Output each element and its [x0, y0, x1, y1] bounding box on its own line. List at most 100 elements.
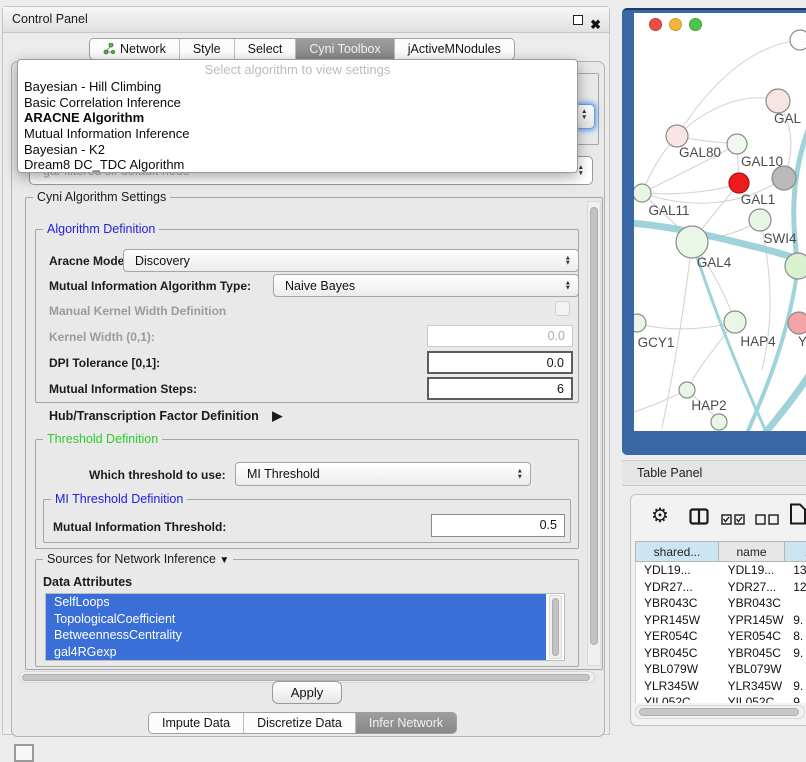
tab-select[interactable]: Select: [234, 39, 296, 59]
aracne-mode-combo[interactable]: Discovery ▲▼: [123, 249, 579, 272]
zoom-window-traffic-light[interactable]: [689, 18, 702, 31]
settings-hscroll-thumb[interactable]: [22, 674, 590, 681]
clear-all-checkboxes-icon[interactable]: [755, 512, 779, 530]
select-all-checkboxes-icon[interactable]: [721, 512, 745, 530]
attributes-vscroll-thumb[interactable]: [552, 598, 559, 656]
node-gcy1[interactable]: [634, 314, 646, 332]
sources-title[interactable]: Sources for Network Inference ▼: [43, 552, 233, 566]
node-gal11[interactable]: [634, 184, 651, 202]
node[interactable]: [711, 414, 727, 430]
tab-cyni-toolbox[interactable]: Cyni Toolbox: [295, 39, 393, 59]
hub-definition-toggle[interactable]: Hub/Transcription Factor Definition ▶: [49, 408, 282, 424]
mi-steps-field[interactable]: 6: [427, 377, 573, 400]
node-swi4[interactable]: [749, 209, 771, 231]
control-panel-title: Control Panel: [12, 12, 88, 26]
node-label: SWI4: [763, 231, 796, 246]
node-label: GAL4: [697, 255, 732, 270]
network-node-labels: GAL GAL80 GAL10 GAL1 GAL11 SWI4 GAL4 GCY…: [638, 111, 806, 413]
which-threshold-combo[interactable]: MI Threshold ▲▼: [235, 462, 531, 486]
collapse-down-icon[interactable]: ▼: [219, 555, 229, 566]
table-panel-title: Table Panel: [637, 466, 702, 480]
combo-arrows-icon: ▲▼: [517, 469, 523, 480]
node-label: GAL1: [741, 192, 776, 207]
table-hscroll-thumb[interactable]: [639, 708, 799, 716]
float-window-icon[interactable]: [573, 15, 583, 25]
column-header[interactable]: shared...: [635, 541, 719, 562]
export-table-icon[interactable]: [789, 503, 806, 530]
node-gal1-selected[interactable]: [729, 173, 749, 193]
table-row[interactable]: YBR043C YBR043C: [636, 595, 806, 612]
settings-vscroll-thumb[interactable]: [590, 207, 598, 645]
table-row[interactable]: YPR145W YPR145W 9.: [636, 612, 806, 629]
table-row[interactable]: YBR045C YBR045C 9.: [636, 645, 806, 662]
list-item[interactable]: BetweennessCentrality: [46, 627, 546, 644]
node-label: GCY1: [638, 335, 675, 350]
tab-impute-data[interactable]: Impute Data: [149, 713, 243, 733]
table-panel-body: ⚙ shared... name A: [630, 494, 806, 726]
popup-item[interactable]: Mutual Information Inference: [18, 126, 577, 142]
settings-vertical-scrollbar[interactable]: [587, 201, 601, 666]
network-nodes: [634, 30, 806, 430]
list-item[interactable]: TopologicalCoefficient: [46, 611, 546, 628]
tab-style[interactable]: Style: [179, 39, 234, 59]
table-row[interactable]: YER054C YER054C 8.: [636, 628, 806, 645]
table-row[interactable]: YLR345W YLR345W 9.: [636, 678, 806, 695]
dpi-tolerance-label: DPI Tolerance [0,1]:: [49, 356, 160, 370]
list-item[interactable]: SelfLoops: [46, 594, 546, 611]
node-hap4[interactable]: [724, 311, 746, 333]
minimize-window-traffic-light[interactable]: [669, 18, 682, 31]
node-label: Y: [798, 334, 806, 349]
tab-network-label: Network: [120, 39, 166, 59]
tab-network[interactable]: Network: [90, 39, 179, 59]
node-gal4[interactable]: [676, 226, 708, 258]
popup-item[interactable]: Dream8 DC_TDC Algorithm: [18, 157, 577, 173]
table-horizontal-scrollbar[interactable]: [635, 705, 805, 719]
table-row[interactable]: YDR27... YDR27... 12: [636, 579, 806, 596]
node[interactable]: [790, 30, 806, 50]
close-window-traffic-light[interactable]: [649, 18, 662, 31]
popup-item[interactable]: Bayesian - K2: [18, 142, 577, 158]
tab-jactivemnodules[interactable]: jActiveMNodules: [394, 39, 514, 59]
focused-combo-fragment[interactable]: ▲▼: [575, 104, 595, 129]
dpi-tolerance-field[interactable]: 0.0: [427, 351, 573, 374]
mi-algorithm-type-combo[interactable]: Naive Bayes ▲▼: [273, 274, 579, 297]
table-row[interactable]: YBL079W YBL079W: [636, 661, 806, 678]
cyni-algorithm-settings-title: Cyni Algorithm Settings: [33, 190, 170, 204]
column-header[interactable]: name: [719, 541, 785, 562]
mi-threshold-field[interactable]: 0.5: [431, 514, 565, 537]
combo-arrows-icon: ▲▼: [565, 280, 571, 291]
apply-button[interactable]: Apply: [272, 681, 342, 704]
node-gray[interactable]: [772, 166, 796, 190]
node[interactable]: [766, 89, 790, 113]
node-gal10[interactable]: [727, 134, 747, 154]
close-panel-icon[interactable]: ✖: [590, 12, 601, 37]
list-item[interactable]: gal4RGexp: [46, 644, 546, 661]
combo-arrows-icon: ▲▼: [565, 255, 571, 266]
table-row[interactable]: YDL19... YDL19... 13: [636, 562, 806, 579]
column-header[interactable]: A: [785, 541, 806, 562]
popup-item[interactable]: Bayesian - Hill Climbing: [18, 79, 577, 95]
mi-threshold-definition-title: MI Threshold Definition: [51, 492, 187, 506]
tab-discretize-data[interactable]: Discretize Data: [243, 713, 355, 733]
node-hap2[interactable]: [679, 382, 695, 398]
manual-kernel-width-label: Manual Kernel Width Definition: [49, 304, 226, 318]
gear-icon[interactable]: ⚙: [651, 503, 669, 528]
table-row[interactable]: YIL052C YIL052C 9.: [636, 694, 806, 703]
network-canvas[interactable]: GAL GAL80 GAL10 GAL1 GAL11 SWI4 GAL4 GCY…: [634, 13, 806, 431]
node-gal80[interactable]: [666, 125, 688, 147]
popup-item[interactable]: Basic Correlation Inference: [18, 95, 577, 111]
which-threshold-label: Which threshold to use:: [89, 468, 226, 482]
network-graph: GAL GAL80 GAL10 GAL1 GAL11 SWI4 GAL4 GCY…: [634, 13, 806, 431]
node-table: shared... name A YDL19... YDL19... 13 YD…: [635, 541, 806, 717]
algorithm-popup-placeholder: Select algorithm to view settings: [18, 62, 577, 79]
cyni-mode-tabs: Impute Data Discretize Data Infer Networ…: [148, 712, 457, 734]
partial-corner-button[interactable]: [14, 744, 34, 762]
node-pink[interactable]: [788, 312, 806, 334]
node[interactable]: [785, 253, 806, 279]
node-label: GAL10: [741, 154, 783, 169]
popup-item-selected[interactable]: ARACNE Algorithm: [18, 110, 577, 126]
expand-right-icon[interactable]: ▶: [272, 408, 282, 423]
split-columns-icon[interactable]: [689, 508, 709, 530]
attributes-vertical-scrollbar[interactable]: [549, 595, 562, 659]
tab-infer-network[interactable]: Infer Network: [355, 713, 456, 733]
